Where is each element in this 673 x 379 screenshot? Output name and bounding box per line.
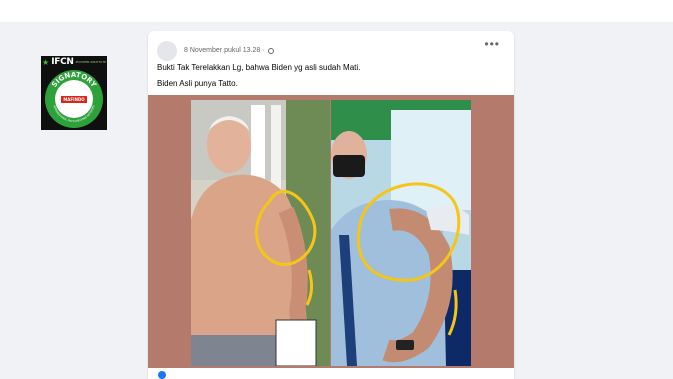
post-timestamp-row: 8 November pukul 13.28 · (184, 47, 274, 54)
facebook-post-card: 8 November pukul 13.28 · ••• Bukti Tak T… (148, 31, 514, 379)
post-media[interactable] (148, 95, 514, 368)
ifcn-star-icon: ★ (42, 57, 50, 67)
post-text-line-2: Biden Asli punya Tatto. (157, 79, 238, 88)
ifcn-seal-center: MAFINDO (55, 80, 93, 118)
partner-logo: MAFINDO (61, 95, 87, 103)
photo-left[interactable] (191, 100, 330, 366)
photo-right[interactable] (331, 100, 471, 366)
more-options-button[interactable]: ••• (484, 37, 500, 51)
post-text-line-1: Bukti Tak Terelakkan Lg, bahwa Biden yg … (157, 63, 361, 72)
ifcn-brand-sub: POYNTER INSTITUTE (75, 60, 106, 64)
post-timestamp[interactable]: 8 November pukul 13.28 · (184, 47, 265, 54)
ifcn-header: ★ IFCN POYNTER INSTITUTE (41, 56, 107, 68)
avatar[interactable] (157, 41, 177, 61)
ifcn-seal-ring: SIGNATORY INTERNATIONAL FACT-CHECKING NE… (45, 70, 103, 128)
photo-left-image (191, 100, 330, 366)
browser-top-strip (0, 0, 673, 22)
photo-right-image (331, 100, 471, 366)
ifcn-signatory-badge: ★ IFCN POYNTER INSTITUTE SIGNATORY INTER… (41, 56, 107, 130)
ifcn-brand: IFCN (51, 57, 74, 67)
reactions-row (148, 368, 514, 379)
like-reaction-icon[interactable] (158, 371, 166, 379)
globe-icon (267, 47, 274, 54)
